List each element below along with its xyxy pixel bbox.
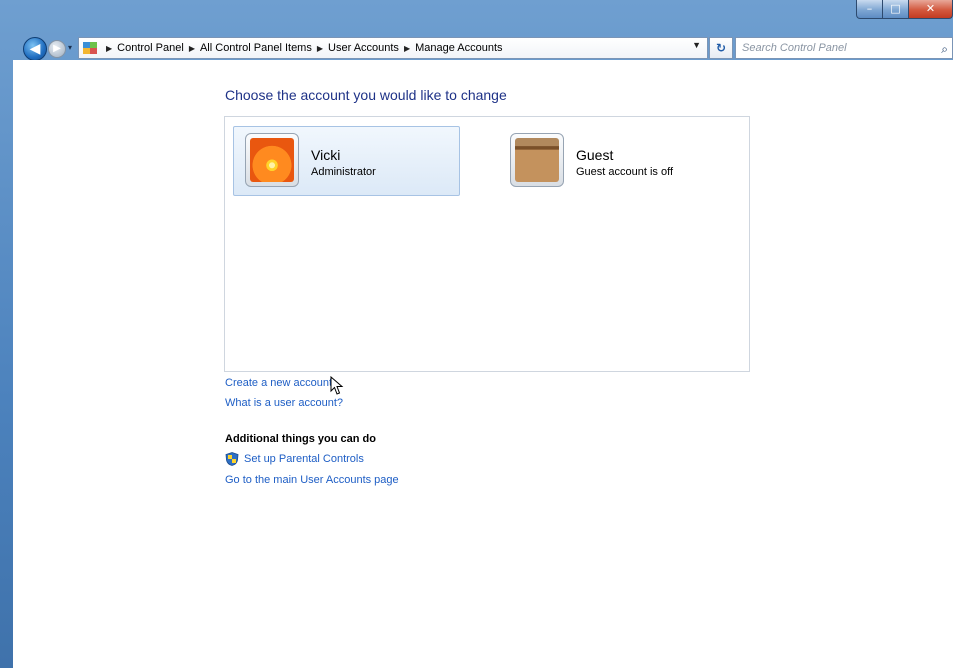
search-placeholder: Search Control Panel <box>742 42 847 54</box>
account-tile-guest[interactable]: Guest Guest account is off <box>498 126 725 196</box>
page-title: Choose the account you would like to cha… <box>225 87 507 103</box>
close-button[interactable]: ✕ <box>909 0 953 19</box>
address-bar[interactable]: ▶ Control Panel ▶ All Control Panel Item… <box>78 37 708 59</box>
minimize-button[interactable]: – <box>856 0 883 19</box>
search-input[interactable]: Search Control Panel ⌕ <box>735 37 953 59</box>
title-bar[interactable]: – □ ✕ <box>0 0 953 36</box>
account-role: Guest account is off <box>576 166 674 178</box>
account-tile-vicki[interactable]: Vicki Administrator <box>233 126 460 196</box>
control-panel-window: – □ ✕ ◀ ▶ ▾ ▶ Control Panel ▶ All Contro… <box>0 0 953 668</box>
breadcrumb-user-accounts[interactable]: User Accounts <box>328 42 399 54</box>
parental-controls-link[interactable]: Set up Parental Controls <box>244 453 364 465</box>
forward-button[interactable]: ▶ <box>48 40 66 58</box>
shield-icon <box>225 452 239 466</box>
window-controls: – □ ✕ <box>856 0 953 20</box>
breadcrumb-manage-accounts[interactable]: Manage Accounts <box>415 42 502 54</box>
additional-things-heading: Additional things you can do <box>225 433 376 445</box>
account-name: Guest <box>576 147 614 163</box>
control-panel-icon <box>83 42 97 54</box>
address-dropdown-icon[interactable]: ▼ <box>692 40 701 50</box>
flower-picture-icon <box>250 138 294 182</box>
breadcrumb-separator[interactable]: ▶ <box>189 44 195 53</box>
mouse-cursor-icon <box>330 376 344 395</box>
breadcrumb-control-panel[interactable]: Control Panel <box>117 42 184 54</box>
breadcrumb-separator[interactable]: ▶ <box>317 44 323 53</box>
account-role: Administrator <box>311 166 376 178</box>
avatar <box>245 133 299 187</box>
navigation-bar: ◀ ▶ ▾ ▶ Control Panel ▶ All Control Pane… <box>0 36 953 61</box>
refresh-button[interactable]: ↻ <box>709 37 733 59</box>
search-icon[interactable]: ⌕ <box>941 39 948 59</box>
maximize-button[interactable]: □ <box>883 0 909 19</box>
recent-pages-icon[interactable]: ▾ <box>68 42 78 54</box>
back-button[interactable]: ◀ <box>23 37 47 61</box>
main-user-accounts-link[interactable]: Go to the main User Accounts page <box>225 474 399 486</box>
breadcrumb-all-items[interactable]: All Control Panel Items <box>200 42 312 54</box>
account-name: Vicki <box>311 147 341 163</box>
breadcrumb-separator: ▶ <box>106 43 113 53</box>
briefcase-picture-icon <box>515 138 559 182</box>
avatar <box>510 133 564 187</box>
what-is-user-account-link[interactable]: What is a user account? <box>225 397 343 409</box>
account-list: Vicki Administrator Guest Guest account … <box>224 116 750 372</box>
breadcrumb-separator[interactable]: ▶ <box>404 44 410 53</box>
main-content: Choose the account you would like to cha… <box>13 60 953 668</box>
create-account-link[interactable]: Create a new account <box>225 377 332 389</box>
